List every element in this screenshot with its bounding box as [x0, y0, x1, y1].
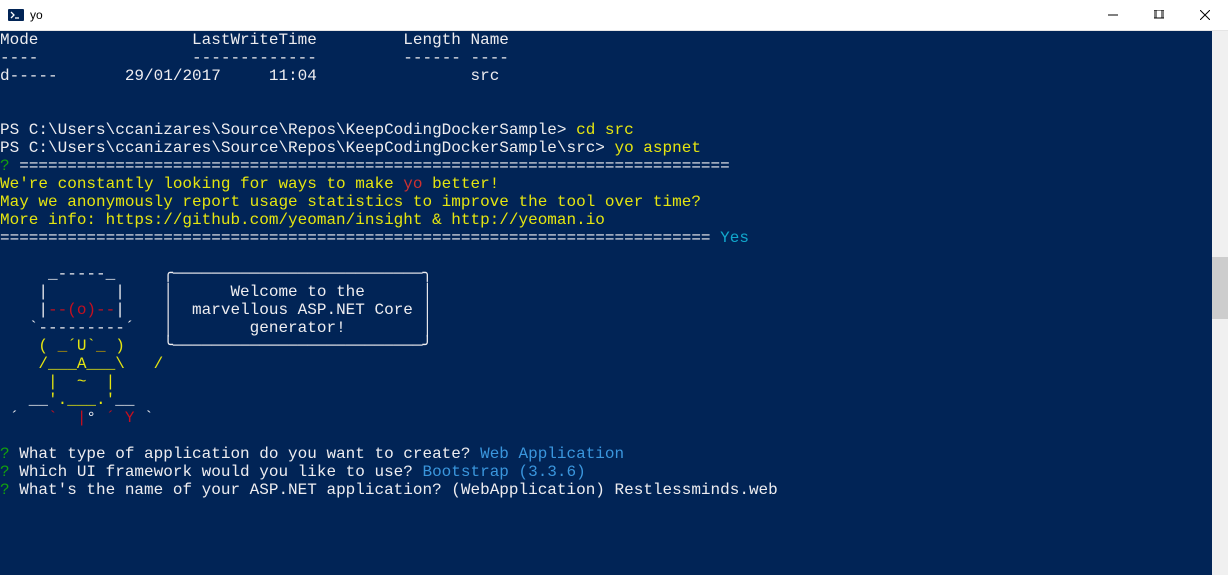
close-button[interactable] — [1182, 0, 1228, 31]
notice-line1a: We're constantly looking for ways to mak… — [0, 175, 403, 193]
ascii-l3d: │ marvellous ASP.NET Core │ — [163, 301, 432, 319]
q1-text: What type of application do you want to … — [10, 445, 471, 463]
prompt-2-ps: PS C:\Users\ccanizares\Source\Repos\Keep… — [0, 139, 615, 157]
maximize-button[interactable] — [1136, 0, 1182, 31]
ascii-l7a — [0, 373, 48, 391]
dir-row-name: src — [471, 67, 500, 85]
dir-header-name: Name — [471, 31, 509, 49]
q2-qmark: ? — [0, 463, 10, 481]
ascii-l5a — [0, 337, 38, 355]
ascii-l9b: ` | — [48, 409, 86, 427]
q1-answer: Web Application — [470, 445, 624, 463]
q3-input[interactable]: Restlessminds.web — [615, 481, 778, 499]
ascii-l4a: `---------´ — [0, 319, 163, 337]
notice-line1b: yo — [403, 175, 422, 193]
ascii-l8c: __ — [115, 391, 134, 409]
terminal-output[interactable]: Mode LastWriteTime Length Name ---- ----… — [0, 31, 1212, 575]
window-titlebar: yo — [0, 0, 1228, 31]
ascii-l3b: --(o)-- — [48, 301, 115, 319]
q3-text: What's the name of your ASP.NET applicat… — [10, 481, 452, 499]
q3-qmark: ? — [0, 481, 10, 499]
ascii-l5b: ( — [38, 337, 57, 355]
dir-dash-name: ---- — [471, 49, 509, 67]
ascii-l5g — [125, 337, 163, 355]
prompt-1-ps: PS C:\Users\ccanizares\Source\Repos\Keep… — [0, 121, 576, 139]
notice-line2: May we anonymously report usage statisti… — [0, 193, 701, 211]
terminal-container: Mode LastWriteTime Length Name ---- ----… — [0, 31, 1228, 575]
dir-row-time: 11:04 — [269, 67, 317, 85]
window-controls — [1090, 0, 1228, 31]
scrollbar-thumb[interactable] — [1212, 257, 1228, 319]
q2-answer: Bootstrap (3.3.6) — [413, 463, 586, 481]
ascii-l5d: ´U` — [67, 337, 96, 355]
ascii-l1b: ╭──────────────────────────╮ — [163, 265, 432, 283]
ascii-l9e: ` — [134, 409, 153, 427]
ascii-l4b: │ generator! │ — [163, 319, 432, 337]
notice-answer: Yes — [720, 229, 749, 247]
ascii-l5e: _ — [96, 337, 106, 355]
ascii-l7b: | ~ | — [48, 373, 115, 391]
dir-dash-mode: ---- — [0, 49, 38, 67]
prompt-2-cmd: yo aspnet — [615, 139, 701, 157]
q2-text: Which UI framework would you like to use… — [10, 463, 413, 481]
ascii-l9d: ´ Y — [106, 409, 135, 427]
ascii-l2a: | | — [0, 283, 163, 301]
dir-row-mode: d----- — [0, 67, 58, 85]
ascii-l2b: │ Welcome to the │ — [163, 283, 432, 301]
notice-divider2: ========================================… — [0, 229, 720, 247]
prompt-1-cmd: cd src — [576, 121, 634, 139]
dir-dash-len: ------ — [403, 49, 461, 67]
ascii-l9a: ´ — [0, 409, 48, 427]
notice-qmark: ? — [0, 157, 10, 175]
ascii-l5c: _ — [58, 337, 68, 355]
ascii-l5h: ╰──────────────────────────╯ — [163, 337, 432, 355]
dir-header-lwt: LastWriteTime — [192, 31, 317, 49]
ascii-l8b: '.___.' — [48, 391, 115, 409]
notice-line3: More info: https://github.com/yeoman/ins… — [0, 211, 605, 229]
ascii-l6: /___A___\ / — [0, 355, 163, 373]
ascii-l3c: | — [115, 301, 163, 319]
window-title: yo — [30, 8, 1090, 22]
powershell-icon — [8, 7, 24, 23]
q3-default: (WebApplication) — [451, 481, 614, 499]
minimize-button[interactable] — [1090, 0, 1136, 31]
ascii-l3a: | — [0, 301, 48, 319]
dir-header-mode: Mode — [0, 31, 38, 49]
dir-header-len: Length — [403, 31, 461, 49]
ascii-l5f: ) — [106, 337, 125, 355]
ascii-l9c: ° — [86, 409, 105, 427]
q1-qmark: ? — [0, 445, 10, 463]
notice-line1c: better! — [422, 175, 499, 193]
dir-row-date: 29/01/2017 — [125, 67, 221, 85]
notice-divider1: ========================================… — [10, 157, 730, 175]
ascii-l1a: _-----_ — [0, 265, 163, 283]
ascii-l8: __ — [0, 391, 48, 409]
dir-dash-lwt: ------------- — [192, 49, 317, 67]
